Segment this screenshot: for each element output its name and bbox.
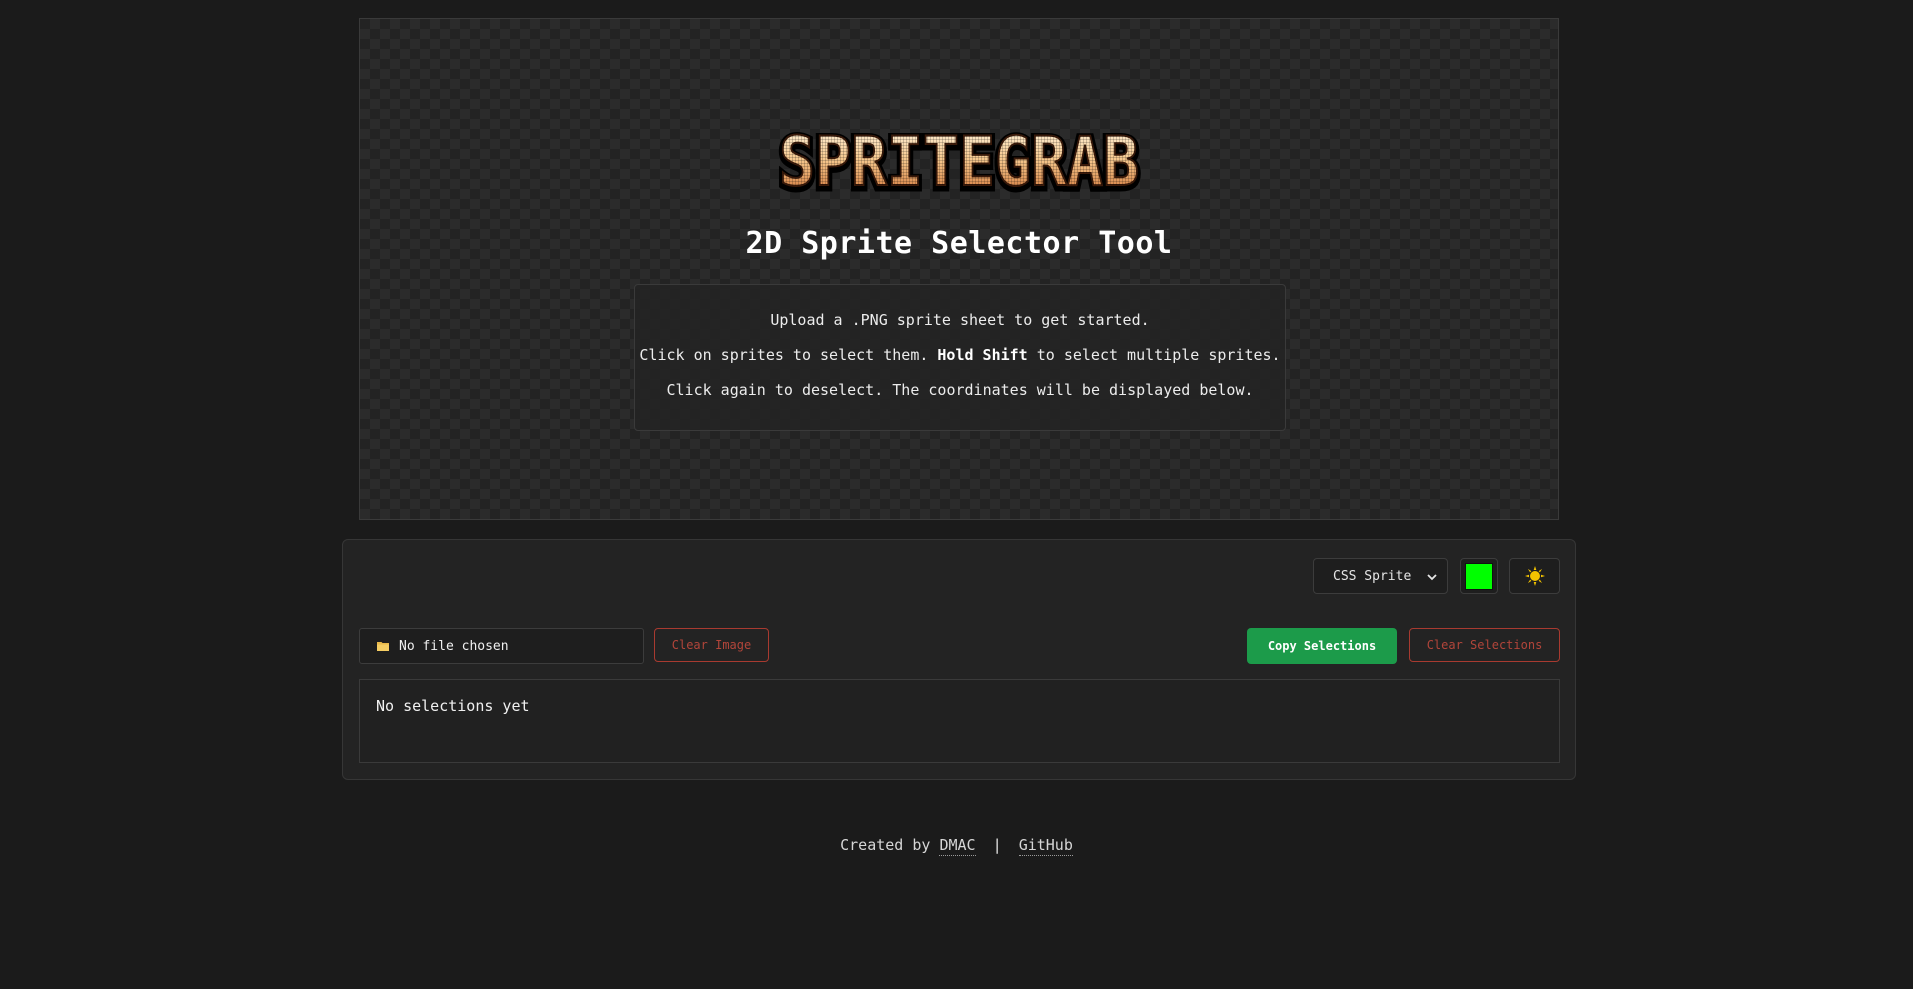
instructions-box: Upload a .PNG sprite sheet to get starte… [634, 284, 1286, 431]
instruction-line-3: Click again to deselect. The coordinates… [666, 381, 1254, 399]
controls-panel: CSS Sprite No file chosen Clear Image Co… [342, 539, 1576, 780]
highlight-color-picker[interactable] [1460, 558, 1498, 594]
logo-pixel-overlay: SPRITEGRAB [779, 123, 1139, 202]
footer: Created by DMAC | GitHub [0, 836, 1913, 856]
page-title: 2D Sprite Selector Tool [745, 226, 1173, 261]
folder-icon [377, 642, 389, 651]
color-swatch [1465, 562, 1493, 590]
chevron-down-icon [1427, 574, 1437, 581]
selections-output-text: No selections yet [376, 697, 530, 715]
instruction-line-2: Click on sprites to select them. Hold Sh… [635, 346, 1285, 364]
github-link[interactable]: GitHub [1018, 836, 1073, 856]
instruction-line-2-post: to select multiple sprites. [1027, 346, 1281, 364]
theme-toggle-button[interactable] [1509, 558, 1560, 594]
author-link[interactable]: DMAC [939, 836, 976, 856]
copy-selections-button[interactable]: Copy Selections [1247, 628, 1397, 664]
sprite-canvas[interactable]: SPRITEGRAB SPRITEGRAB SPRITEGRAB 2D Spri… [359, 18, 1559, 520]
footer-separator: | [992, 836, 1002, 854]
file-input[interactable]: No file chosen [359, 628, 644, 664]
format-select-value: CSS Sprite [1333, 568, 1412, 584]
instruction-line-2-bold: Hold Shift [937, 346, 1028, 364]
logo: SPRITEGRAB SPRITEGRAB SPRITEGRAB [360, 107, 1558, 204]
clear-selections-button[interactable]: Clear Selections [1409, 628, 1560, 662]
format-select[interactable]: CSS Sprite [1313, 558, 1448, 594]
footer-prefix: Created by [840, 836, 940, 854]
instruction-line-2-pre: Click on sprites to select them. [639, 346, 938, 364]
file-input-label: No file chosen [399, 638, 509, 654]
selections-output[interactable]: No selections yet [359, 679, 1560, 763]
instruction-line-1: Upload a .PNG sprite sheet to get starte… [770, 311, 1150, 329]
sun-icon [1524, 566, 1545, 586]
clear-image-button[interactable]: Clear Image [654, 628, 769, 662]
spritegrab-logo: SPRITEGRAB SPRITEGRAB SPRITEGRAB [775, 121, 1144, 204]
